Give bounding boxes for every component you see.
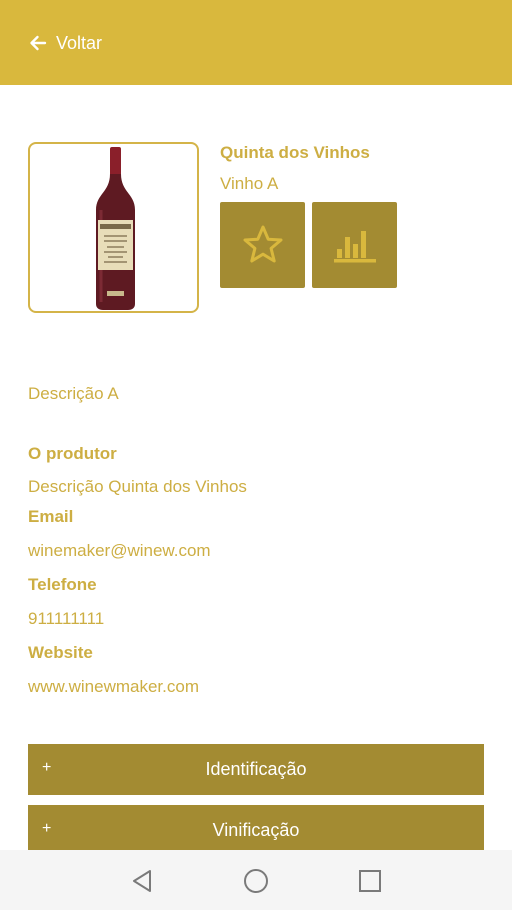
phone-label: Telefone — [28, 575, 97, 594]
wine-description: Descrição A — [28, 384, 119, 403]
arrow-left-icon — [30, 35, 47, 51]
email-value[interactable]: winemaker@winew.com — [28, 541, 211, 561]
star-outline-icon — [243, 225, 282, 263]
accordion-label: Vinificação — [212, 820, 300, 840]
triangle-back-icon[interactable] — [128, 866, 158, 896]
website-value[interactable]: www.winewmaker.com — [28, 677, 199, 697]
favorite-button[interactable] — [220, 202, 305, 288]
producer-name: Quinta dos Vinhos — [220, 143, 370, 162]
wine-bottle-icon — [96, 147, 135, 310]
accordion-vinificacao[interactable]: + Vinificação — [28, 805, 484, 856]
square-recent-icon[interactable] — [355, 866, 385, 896]
wine-name: Vinho A — [220, 174, 279, 193]
back-label: Voltar — [56, 32, 103, 53]
accordion-identificacao[interactable]: + Identificação — [28, 744, 484, 795]
circle-home-icon[interactable] — [241, 866, 271, 896]
back-button[interactable]: Voltar — [28, 30, 102, 56]
producer-section-title: O produtor — [28, 444, 117, 463]
website-label: Website — [28, 643, 93, 662]
wine-image — [28, 142, 199, 313]
email-label: Email — [28, 507, 74, 526]
statistics-button[interactable] — [312, 202, 397, 288]
phone-value[interactable]: 911111111 — [28, 609, 104, 629]
accordion-label: Identificação — [205, 759, 307, 779]
system-navigation-bar — [0, 850, 512, 910]
bar-chart-icon — [333, 231, 376, 263]
producer-description: Descrição Quinta dos Vinhos — [28, 477, 247, 496]
app-header: Voltar — [0, 0, 512, 85]
